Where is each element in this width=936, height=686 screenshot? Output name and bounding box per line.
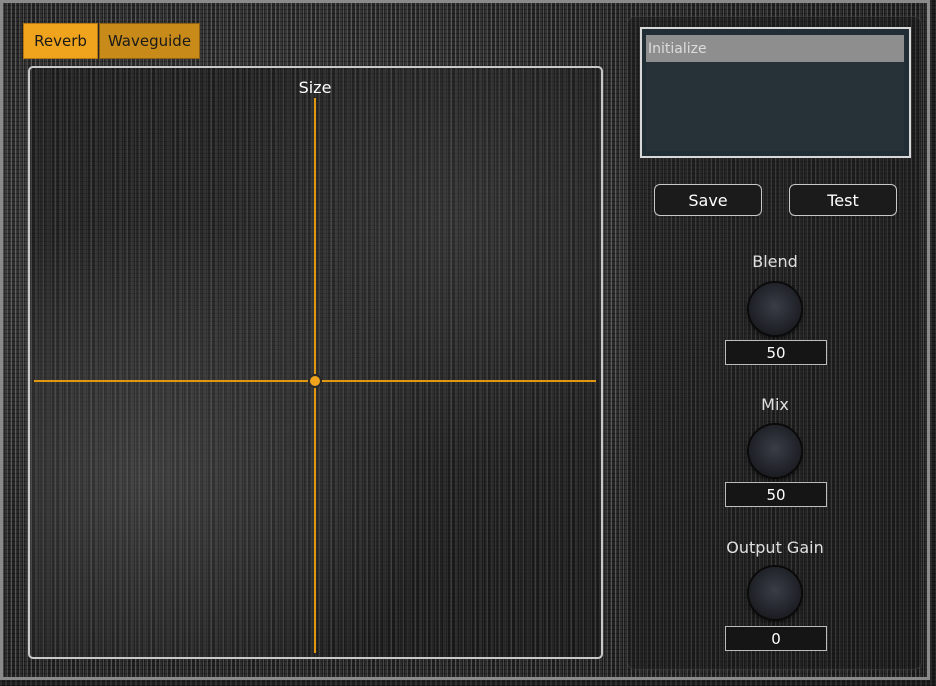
test-button[interactable]: Test — [789, 184, 897, 216]
output-gain-value-field[interactable]: 0 — [725, 626, 827, 651]
preset-list-empty-area — [646, 62, 904, 151]
xy-pad-handle[interactable] — [308, 374, 322, 388]
blend-value-field[interactable]: 50 — [725, 340, 827, 365]
mix-label: Mix — [761, 395, 789, 414]
tab-reverb[interactable]: Reverb — [23, 23, 98, 59]
mix-value-field[interactable]: 50 — [725, 482, 827, 507]
save-button[interactable]: Save — [654, 184, 762, 216]
blend-knob[interactable] — [749, 283, 801, 335]
preset-item-initialize[interactable]: Initialize — [646, 35, 904, 62]
output-gain-label: Output Gain — [726, 538, 824, 557]
tab-waveguide[interactable]: Waveguide — [99, 23, 200, 59]
blend-label: Blend — [752, 252, 798, 271]
plugin-window: Reverb Waveguide Size Initialize Save Te… — [0, 0, 936, 686]
mix-knob[interactable] — [749, 425, 801, 477]
output-gain-knob[interactable] — [749, 567, 801, 619]
xy-pad-size-label: Size — [298, 78, 332, 97]
